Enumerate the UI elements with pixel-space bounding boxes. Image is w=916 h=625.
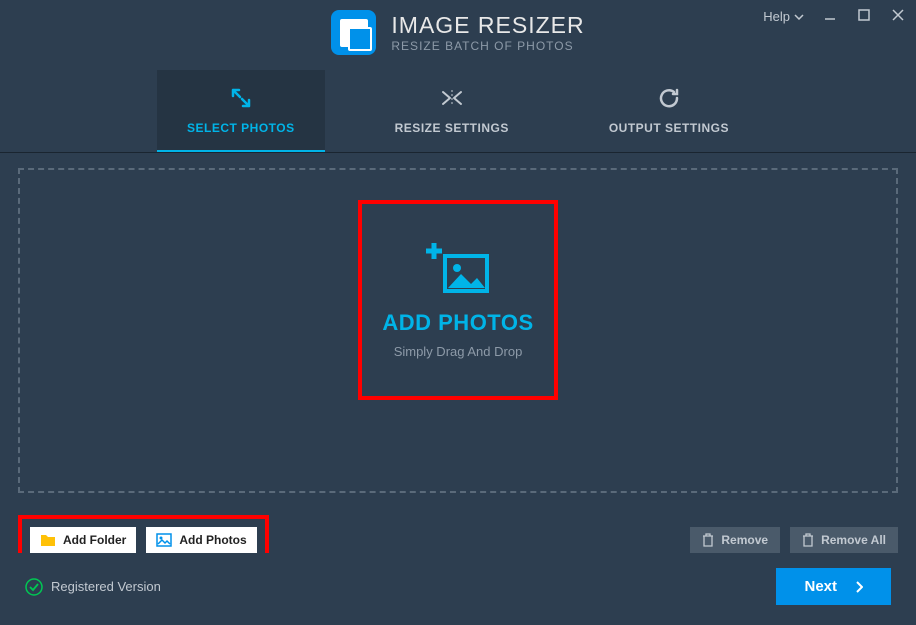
add-photos-button[interactable]: Add Photos [146, 527, 256, 553]
minimize-icon [824, 9, 836, 21]
tab-select-photos[interactable]: SELECT PHOTOS [157, 70, 325, 152]
app-logo-icon [331, 10, 376, 55]
check-circle-icon [25, 578, 43, 596]
button-label: Remove [721, 533, 768, 547]
status-label: Registered Version [51, 579, 161, 594]
tab-label: RESIZE SETTINGS [395, 121, 509, 135]
button-label: Add Folder [63, 533, 126, 547]
dropzone[interactable]: ADD PHOTOS Simply Drag And Drop [18, 168, 898, 493]
next-button[interactable]: Next [776, 568, 891, 605]
button-label: Remove All [821, 533, 886, 547]
chevron-down-icon [794, 14, 804, 20]
button-label: Next [804, 578, 837, 595]
add-image-icon [423, 242, 493, 302]
chevron-right-icon [855, 581, 863, 593]
trash-icon [802, 533, 814, 547]
tab-bar: SELECT PHOTOS RESIZE SETTINGS OUTPUT SET… [0, 70, 916, 153]
maximize-button[interactable] [856, 8, 872, 25]
dropzone-title: ADD PHOTOS [382, 310, 533, 336]
footer: Registered Version Next [0, 553, 916, 625]
add-photos-dropbox[interactable]: ADD PHOTOS Simply Drag And Drop [358, 200, 558, 400]
app-title: IMAGE RESIZER [391, 12, 584, 39]
refresh-icon [657, 85, 681, 111]
tab-output-settings[interactable]: OUTPUT SETTINGS [579, 70, 759, 152]
expand-arrows-icon [229, 85, 253, 111]
resize-icon [440, 85, 464, 111]
button-label: Add Photos [179, 533, 246, 547]
maximize-icon [858, 9, 870, 21]
window-controls: Help [763, 8, 906, 25]
titlebar: IMAGE RESIZER RESIZE BATCH OF PHOTOS Hel… [0, 0, 916, 70]
registration-status: Registered Version [25, 578, 161, 596]
remove-button[interactable]: Remove [690, 527, 780, 553]
dropzone-subtitle: Simply Drag And Drop [394, 344, 523, 359]
add-folder-button[interactable]: Add Folder [30, 527, 136, 553]
remove-all-button[interactable]: Remove All [790, 527, 898, 553]
help-label: Help [763, 9, 790, 24]
trash-icon [702, 533, 714, 547]
folder-icon [40, 533, 56, 547]
app-title-group: IMAGE RESIZER RESIZE BATCH OF PHOTOS [331, 10, 584, 55]
minimize-button[interactable] [822, 8, 838, 25]
close-button[interactable] [890, 8, 906, 25]
help-button[interactable]: Help [763, 9, 804, 24]
tab-resize-settings[interactable]: RESIZE SETTINGS [365, 70, 539, 152]
close-icon [892, 9, 904, 21]
tab-label: SELECT PHOTOS [187, 121, 295, 135]
tab-label: OUTPUT SETTINGS [609, 121, 729, 135]
photo-icon [156, 533, 172, 547]
app-subtitle: RESIZE BATCH OF PHOTOS [391, 39, 584, 53]
